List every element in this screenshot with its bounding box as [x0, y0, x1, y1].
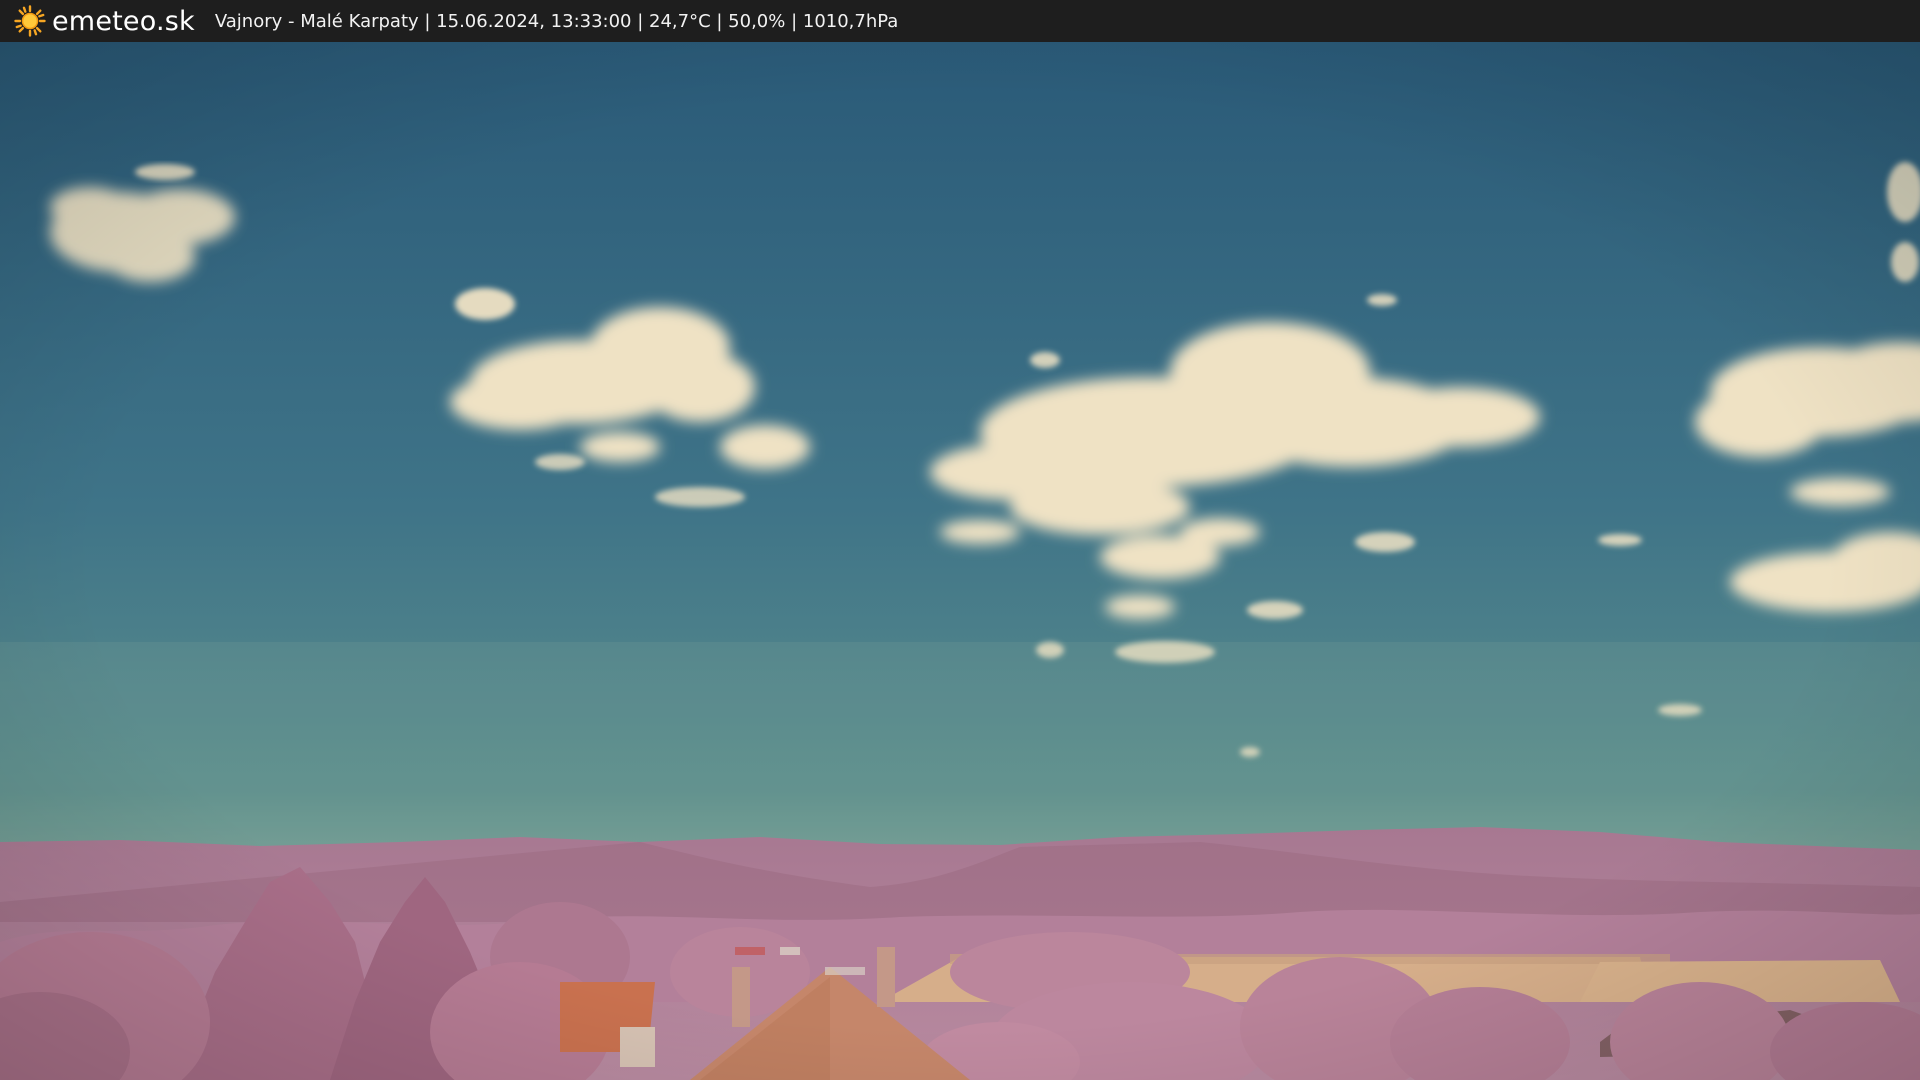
- webcam-image: [0, 42, 1920, 1080]
- webcam-info-bar: emeteo.sk Vajnory - Malé Karpaty | 15.06…: [0, 0, 1920, 42]
- station-info-caption: Vajnory - Malé Karpaty | 15.06.2024, 13:…: [214, 10, 899, 32]
- site-logo-text[interactable]: emeteo.sk: [52, 6, 195, 37]
- sun-icon: [14, 5, 46, 37]
